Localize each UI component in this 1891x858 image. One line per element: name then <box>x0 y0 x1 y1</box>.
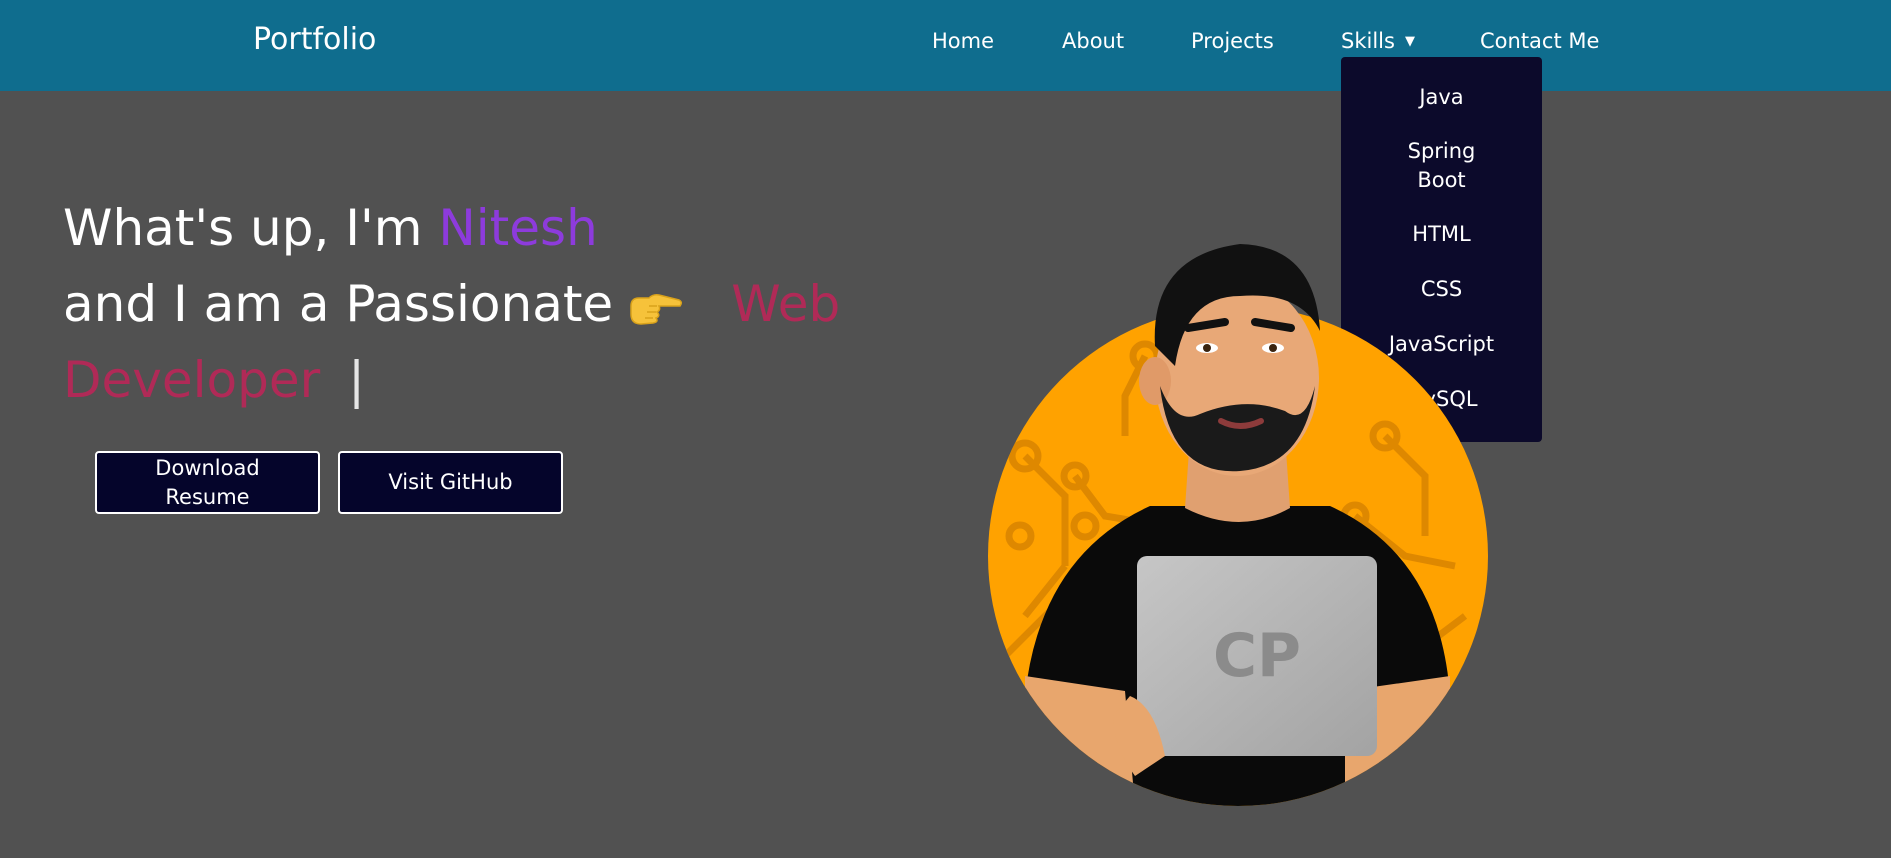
role-word-web: Web <box>731 275 841 333</box>
nav-skills-label: Skills <box>1341 29 1395 53</box>
hero-name: Nitesh <box>438 199 598 257</box>
typing-cursor: | <box>348 351 366 409</box>
caret-down-icon: ▼ <box>1404 34 1415 49</box>
hero-line-3: Developer | <box>63 348 365 412</box>
greeting-text: What's up, I'm <box>63 199 439 257</box>
avatar: CP <box>985 236 1490 806</box>
download-resume-button[interactable]: Download Resume <box>95 451 320 514</box>
role-word-developer: Developer <box>63 351 321 409</box>
resume-line-2: Resume <box>165 484 250 509</box>
backhand-index-pointing-right-icon <box>630 293 683 325</box>
download-resume-label: Download Resume <box>155 454 259 512</box>
laptop-logo: CP <box>1213 621 1301 691</box>
hero-line-2: and I am a Passionate Web <box>63 272 840 336</box>
brand-logo[interactable]: Portfolio <box>253 22 376 57</box>
nav-home[interactable]: Home <box>932 29 994 53</box>
resume-line-1: Download <box>155 455 260 480</box>
navbar: Portfolio Home About Projects Skills ▼ Co… <box>0 0 1891 91</box>
nav-contact[interactable]: Contact Me <box>1480 29 1599 53</box>
nav-about[interactable]: About <box>1062 29 1124 53</box>
hero-line-1: What's up, I'm Nitesh <box>63 196 598 260</box>
visit-github-button[interactable]: Visit GitHub <box>338 451 563 514</box>
passion-text: and I am a Passionate <box>63 275 614 333</box>
nav-projects[interactable]: Projects <box>1191 29 1274 53</box>
skill-java[interactable]: Java <box>1341 83 1542 112</box>
nav-skills[interactable]: Skills ▼ <box>1341 29 1415 53</box>
skill-boot[interactable]: Boot <box>1341 166 1542 195</box>
skill-spring[interactable]: Spring <box>1341 137 1542 166</box>
